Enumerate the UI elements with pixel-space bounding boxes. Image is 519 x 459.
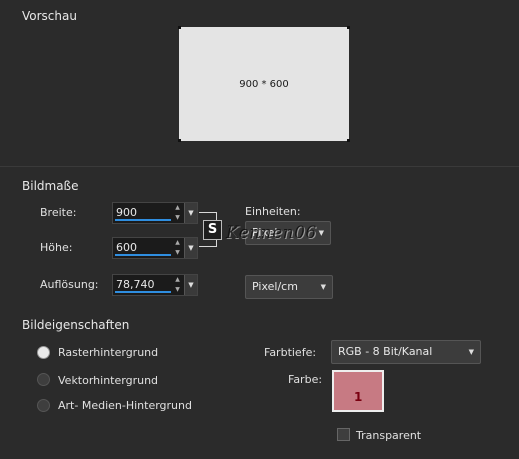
chevron-down-icon: ▼ [188, 209, 194, 217]
color-swatch[interactable]: 1 [332, 370, 384, 412]
resolution-unit-value: Pixel/cm [252, 280, 298, 293]
preview-corner-handle [347, 26, 350, 29]
preview-size-text: 900 * 600 [239, 78, 289, 90]
resolution-label: Auflösung: [40, 278, 99, 291]
chevron-down-icon: ▼ [188, 281, 194, 289]
transparent-label[interactable]: Transparent [356, 429, 421, 442]
width-label: Breite: [40, 206, 77, 219]
chevron-down-icon: ▼ [318, 229, 324, 237]
chevron-down-icon: ▼ [188, 244, 194, 252]
height-label: Höhe: [40, 241, 73, 254]
art-media-background-label[interactable]: Art- Medien-Hintergrund [58, 399, 192, 412]
color-marker-number: 1 [354, 390, 363, 404]
resolution-spinbox[interactable]: 78,740 ▲ ▼ ▼ [112, 274, 198, 296]
height-value: 600 [116, 241, 137, 254]
resolution-value: 78,740 [116, 278, 155, 291]
width-spinbox[interactable]: 900 ▲ ▼ ▼ [112, 202, 198, 224]
section-divider [0, 166, 519, 167]
art-media-background-radio[interactable] [37, 399, 50, 412]
width-value-underline [115, 219, 171, 221]
vector-background-label[interactable]: Vektorhintergrund [58, 374, 158, 387]
height-spinbox[interactable]: 600 ▲ ▼ ▼ [112, 237, 198, 259]
decrement-arrow-icon[interactable]: ▼ [172, 285, 183, 295]
width-dropdown-button[interactable]: ▼ [184, 203, 197, 223]
increment-arrow-icon[interactable]: ▲ [172, 203, 183, 213]
resolution-unit-dropdown[interactable]: Pixel/cm ▼ [245, 275, 333, 299]
width-value: 900 [116, 206, 137, 219]
chevron-down-icon: ▼ [468, 348, 474, 356]
color-depth-value: RGB - 8 Bit/Kanal [338, 345, 433, 358]
transparent-checkbox[interactable] [337, 428, 350, 441]
color-depth-label: Farbtiefe: [264, 346, 317, 359]
increment-arrow-icon[interactable]: ▲ [172, 275, 183, 285]
properties-section-title: Bildeigenschaften [22, 318, 130, 332]
width-stepper[interactable]: ▲ ▼ [172, 203, 183, 223]
color-label: Farbe: [288, 373, 323, 386]
increment-arrow-icon[interactable]: ▲ [172, 238, 183, 248]
link-aspect-ratio-icon[interactable]: S [203, 220, 222, 240]
vector-background-radio[interactable] [37, 373, 50, 386]
raster-background-label[interactable]: Rasterhintergrund [58, 346, 158, 359]
preview-corner-handle [178, 139, 181, 142]
preview-corner-handle [178, 26, 181, 29]
resolution-dropdown-button[interactable]: ▼ [184, 275, 197, 295]
image-preview: 900 * 600 [179, 27, 349, 141]
watermark-signature: Kennen06 [226, 223, 317, 243]
units-label: Einheiten: [245, 205, 301, 218]
height-value-underline [115, 254, 171, 256]
color-depth-dropdown[interactable]: RGB - 8 Bit/Kanal ▼ [331, 340, 481, 364]
height-stepper[interactable]: ▲ ▼ [172, 238, 183, 258]
preview-section-title: Vorschau [22, 9, 77, 23]
decrement-arrow-icon[interactable]: ▼ [172, 248, 183, 258]
dimensions-section-title: Bildmaße [22, 179, 79, 193]
resolution-value-underline [115, 291, 171, 293]
raster-background-radio[interactable] [37, 346, 50, 359]
chevron-down-icon: ▼ [320, 283, 326, 291]
height-dropdown-button[interactable]: ▼ [184, 238, 197, 258]
resolution-stepper[interactable]: ▲ ▼ [172, 275, 183, 295]
decrement-arrow-icon[interactable]: ▼ [172, 213, 183, 223]
preview-corner-handle [347, 139, 350, 142]
